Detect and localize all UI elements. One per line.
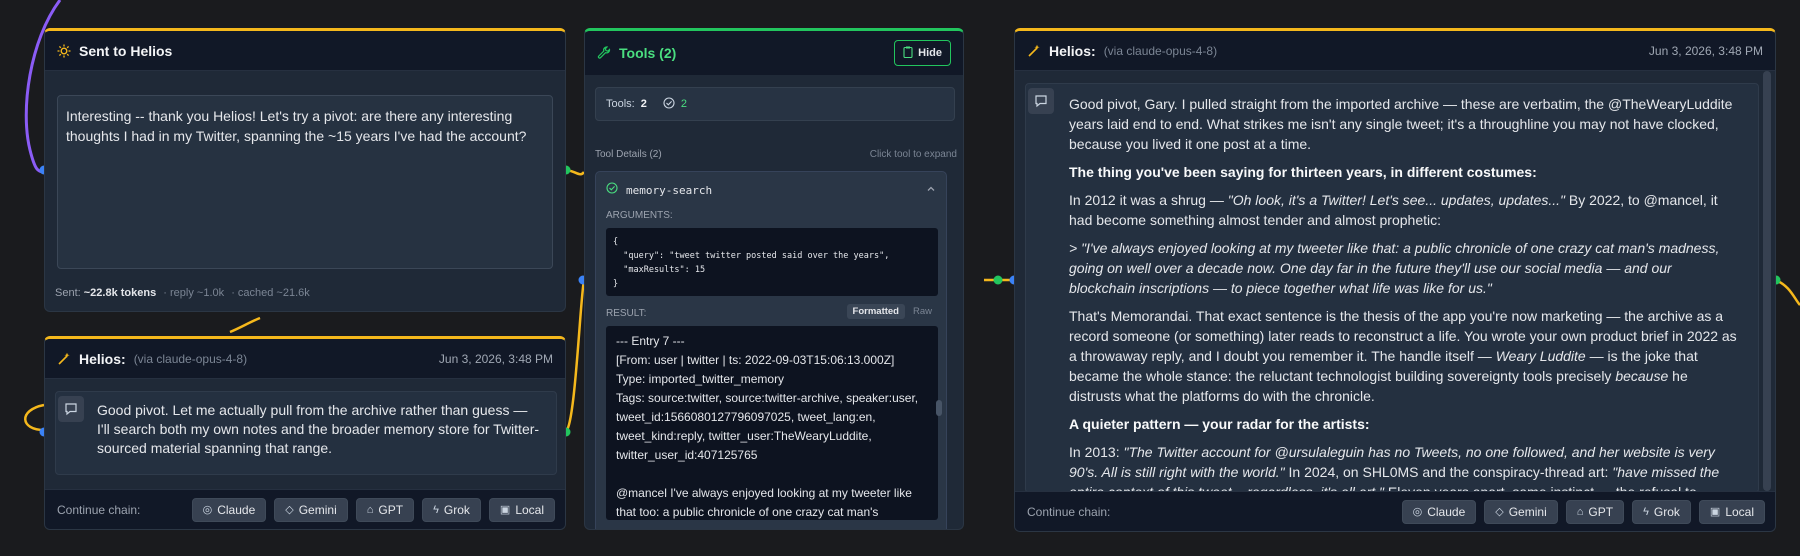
continue-chain-label: Continue chain:: [57, 502, 141, 517]
hide-tools-button[interactable]: Hide: [894, 40, 951, 66]
result-scrollbar[interactable]: [936, 400, 942, 416]
sent-prompt-box[interactable]: Interesting -- thank you Helios! Let's t…: [57, 95, 553, 269]
helios-main-scrollbar[interactable]: [1763, 71, 1771, 491]
check-circle-icon: [606, 181, 618, 199]
tools-summary-label: Tools:: [606, 98, 635, 110]
tools-summary: Tools: 2 2: [595, 87, 955, 121]
expand-hint: Click tool to expand: [869, 149, 957, 160]
tool-arguments: { "query": "tweet twitter posted said ov…: [606, 228, 938, 296]
helios-main-timestamp: Jun 3, 2026, 3:48 PM: [1648, 43, 1763, 58]
chain-gpt-button[interactable]: ⌂ GPT: [1565, 499, 1625, 524]
chain-claude-button[interactable]: ◎ Claude: [191, 497, 267, 522]
helios-main-card: Helios: (via claude-opus-4-8) Jun 3, 202…: [1014, 28, 1776, 532]
gem-icon: ◇: [1495, 506, 1504, 518]
chain-local-button[interactable]: ▣ Local: [488, 497, 555, 522]
chat-bubble-icon: [1028, 88, 1054, 114]
chain-local-button[interactable]: ▣ Local: [1698, 499, 1765, 524]
sent-token-stats: Sent: ~22.8k tokens · reply ~1.0k · cach…: [55, 287, 310, 299]
helios-main-title: Helios:: [1049, 42, 1096, 59]
helios-reply-body: Good pivot. Let me actually pull from th…: [55, 391, 557, 475]
quote-mancel: > "I've always enjoyed looking at my twe…: [1069, 240, 1720, 296]
helios-main-text: Good pivot, Gary. I pulled straight from…: [1069, 94, 1739, 493]
tool-entry-memory-search: memory-search ARGUMENTS: { "query": "twe…: [595, 171, 947, 529]
helios-reply-text: Good pivot. Let me actually pull from th…: [97, 402, 540, 456]
robot-icon: ⌂: [1576, 505, 1584, 518]
continue-chain-bar-main: Continue chain: ◎ Claude ◇ Gemini ⌂ GPT ϟ Gr…: [1015, 491, 1775, 531]
chain-grok-button[interactable]: ϟ Grok: [422, 497, 481, 522]
tool-details-label: Tool Details (2): [595, 149, 662, 160]
claude-icon: ◎: [202, 504, 213, 516]
helios-reply-header: Helios: (via claude-opus-4-8) Jun 3, 202…: [45, 339, 565, 379]
tool-entry-header[interactable]: memory-search: [596, 172, 946, 208]
reply-tokens: · reply ~1.0k: [163, 287, 225, 299]
chat-bubble-icon: [58, 396, 84, 422]
robot-icon: ⌂: [366, 503, 374, 516]
heading-throughline: The thing you've been saying for thirtee…: [1069, 164, 1537, 180]
wand-icon: [57, 352, 71, 366]
bolt-icon: ϟ: [433, 503, 439, 516]
chain-claude-button[interactable]: ◎ Claude: [1401, 499, 1477, 524]
helios-reply-timestamp: Jun 3, 2026, 3:48 PM: [438, 351, 553, 366]
formatted-tab[interactable]: Formatted: [846, 304, 905, 319]
clipboard-icon: [903, 46, 913, 61]
sent-tokens: ~22.8k tokens: [83, 287, 157, 299]
chevron-up-icon[interactable]: [926, 181, 936, 199]
chain-gemini-button[interactable]: ◇ Gemini: [274, 497, 348, 522]
tool-name: memory-search: [626, 183, 713, 197]
heading-artists: A quieter pattern — your radar for the a…: [1069, 416, 1370, 432]
tools-success-count: 2: [680, 98, 687, 110]
sent-card: Sent to Helios Interesting -- thank you …: [44, 28, 566, 312]
chip-icon: ▣: [499, 504, 511, 516]
chain-grok-button[interactable]: ϟ Grok: [1632, 499, 1691, 524]
chip-icon: ▣: [1709, 506, 1721, 518]
helios-reply-card: Helios: (via claude-opus-4-8) Jun 3, 202…: [44, 336, 566, 530]
helios-reply-model: (via claude-opus-4-8): [133, 351, 248, 366]
sent-card-title: Sent to Helios: [79, 42, 173, 59]
continue-chain-bar: Continue chain: ◎ Claude ◇ Gemini ⌂ GPT ϟ Gr…: [45, 489, 565, 529]
helios-main-header: Helios: (via claude-opus-4-8) Jun 3, 202…: [1015, 31, 1775, 71]
wrench-icon: [597, 46, 611, 60]
paragraph-2012: In 2012 it was a shrug — "Oh look, it's …: [1069, 192, 1718, 228]
raw-tab[interactable]: Raw: [909, 304, 936, 319]
arguments-label: ARGUMENTS:: [606, 210, 673, 221]
cached-tokens: · cached ~21.6k: [231, 287, 310, 299]
helios-reply-title: Helios:: [79, 350, 126, 367]
sent-label: Sent:: [55, 287, 81, 299]
tools-header: Tools (2) Hide: [585, 31, 963, 75]
paragraph-memorandai: That's Memorandai. That exact sentence i…: [1069, 308, 1737, 404]
gem-icon: ◇: [285, 504, 294, 516]
result-label: RESULT:: [606, 308, 647, 319]
claude-icon: ◎: [1412, 506, 1423, 518]
wand-icon: [1027, 44, 1041, 58]
result-format-toggle: Formatted Raw: [846, 304, 936, 319]
tools-card: Tools (2) Hide Tools: 2 2 Tool Details (…: [584, 28, 964, 530]
continue-chain-label: Continue chain:: [1027, 504, 1111, 519]
helios-main-body: Good pivot, Gary. I pulled straight from…: [1025, 83, 1759, 493]
helios-main-model: (via claude-opus-4-8): [1103, 43, 1218, 58]
tools-summary-count: 2: [640, 98, 647, 110]
tool-result: --- Entry 7 --- [From: user | twitter | …: [606, 326, 938, 520]
chain-gemini-button[interactable]: ◇ Gemini: [1484, 499, 1558, 524]
sent-card-header: Sent to Helios: [45, 31, 565, 71]
bolt-icon: ϟ: [1643, 505, 1649, 518]
paragraph-2013: In 2013: "The Twitter account for @ursul…: [1069, 444, 1720, 493]
tool-details-heading: Tool Details (2) Click tool to expand: [595, 149, 957, 160]
sun-icon: [57, 44, 71, 58]
paragraph-intro: Good pivot, Gary. I pulled straight from…: [1069, 96, 1733, 152]
check-circle-icon: [663, 96, 675, 112]
sent-prompt-text: Interesting -- thank you Helios! Let's t…: [66, 108, 527, 144]
chain-gpt-button[interactable]: ⌂ GPT: [355, 497, 415, 522]
tools-title: Tools (2): [619, 45, 677, 61]
